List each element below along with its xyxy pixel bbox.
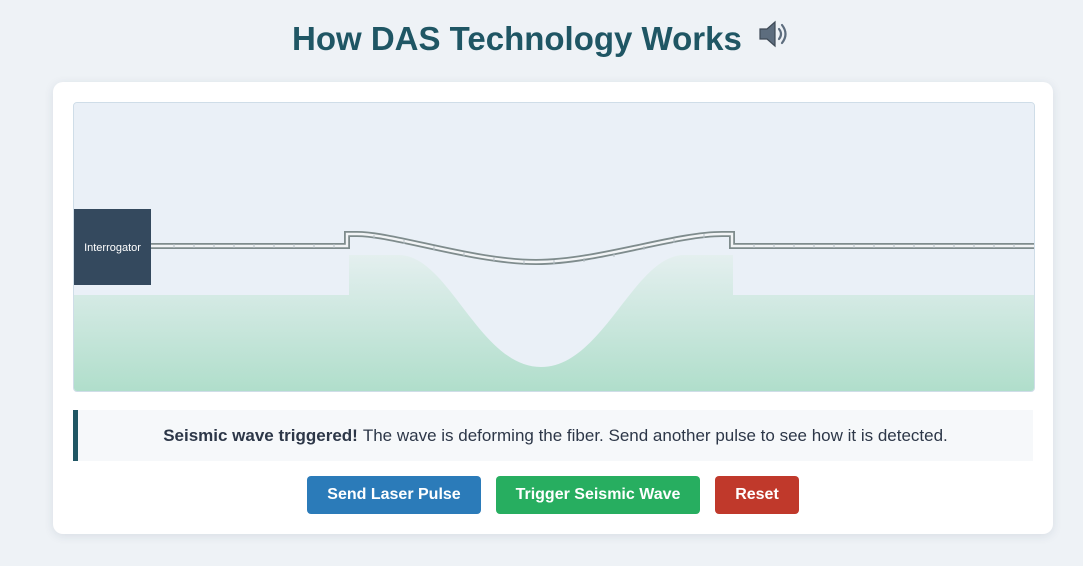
page-title-container: How DAS Technology Works xyxy=(0,18,1083,62)
reset-button[interactable]: Reset xyxy=(715,476,799,514)
speaker-icon xyxy=(757,17,791,59)
trigger-seismic-wave-button[interactable]: Trigger Seismic Wave xyxy=(496,476,700,514)
send-laser-pulse-button[interactable]: Send Laser Pulse xyxy=(307,476,481,514)
page-title: How DAS Technology Works xyxy=(292,20,742,57)
page: How DAS Technology Works Interrogator Se… xyxy=(0,0,1083,566)
status-message: Seismic wave triggered! The wave is defo… xyxy=(73,410,1033,461)
status-text: The wave is deforming the fiber. Send an… xyxy=(362,425,948,445)
simulation-canvas: Interrogator xyxy=(73,102,1035,392)
status-bold-text: Seismic wave triggered! xyxy=(163,425,358,445)
simulation-svg: Interrogator xyxy=(74,103,1034,391)
interrogator-unit: Interrogator xyxy=(74,209,151,285)
interrogator-label: Interrogator xyxy=(84,242,141,254)
demo-card: Interrogator Seismic wave triggered! The… xyxy=(53,82,1053,534)
